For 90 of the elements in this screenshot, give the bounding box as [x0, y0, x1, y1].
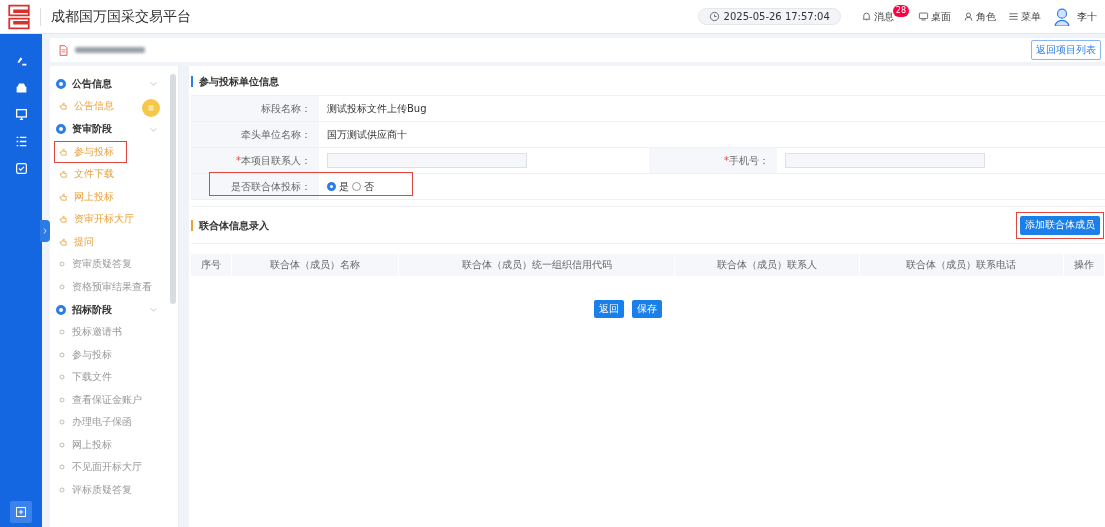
step-item[interactable]: 资审开标大厅 [54, 208, 140, 231]
circle-icon [58, 485, 66, 494]
input-field[interactable] [327, 153, 527, 168]
step-item[interactable]: 查看保证金账户 [54, 388, 148, 411]
input-field[interactable] [785, 153, 985, 168]
step-item[interactable]: 参与投标 [54, 343, 118, 366]
action-button[interactable]: 保存 [632, 300, 662, 318]
checklist-icon[interactable] [14, 162, 28, 175]
monitor-icon [918, 11, 929, 22]
radio-option[interactable]: 是 [327, 179, 349, 194]
step-title[interactable]: 招标阶段 [72, 302, 143, 317]
circle-icon [58, 463, 66, 472]
avatar-icon [1053, 7, 1071, 26]
circle-icon [58, 328, 66, 337]
step-item[interactable]: 网上投标 [54, 185, 120, 208]
circle-icon [58, 440, 66, 449]
required-mark: * [724, 155, 729, 166]
step-item[interactable]: 文件下载 [54, 163, 120, 186]
step-dot [56, 124, 66, 134]
step-dot [56, 78, 66, 89]
header-nav-button[interactable]: 桌面 [918, 9, 951, 24]
field-value: 国万测试供应商十 [327, 127, 407, 142]
count-badge: 28 [892, 4, 909, 17]
clock-icon [708, 11, 720, 22]
step-item[interactable]: 办理电子保函 [54, 411, 138, 434]
header-nav-button[interactable]: 菜单 [1008, 9, 1041, 24]
field-label: 牵头单位名称： [191, 122, 319, 147]
column-header: 序号 [191, 254, 232, 276]
circle-icon [58, 395, 66, 404]
person-icon [963, 11, 974, 22]
step-item[interactable]: 评标质疑答复 [54, 478, 138, 501]
field-label: 手机号： [729, 153, 769, 168]
monitor-icon[interactable] [14, 108, 28, 121]
list-icon[interactable] [14, 135, 28, 148]
datetime-display: 2025-05-26 17:57:04 [697, 8, 841, 25]
step-item[interactable]: 不见面开标大厅 [54, 456, 148, 479]
hand-pointer-icon [58, 146, 68, 157]
step-item[interactable]: 投标邀请书 [54, 321, 128, 344]
section-title: 参与投标单位信息 [191, 76, 279, 87]
circle-icon [58, 282, 66, 291]
hand-pointer-icon [58, 214, 68, 225]
step-item[interactable]: 资格预审结果查看 [54, 275, 158, 298]
step-item[interactable]: 下载文件 [54, 366, 118, 389]
plus-icon [15, 506, 27, 518]
chevron-right-icon [41, 227, 49, 235]
app-title: 成都国万国采交易平台 [40, 7, 191, 26]
field-label: 本项目联系人： [241, 153, 311, 168]
add-member-button[interactable]: 添加联合体成员 [1020, 216, 1100, 235]
step-title[interactable]: 公告信息 [72, 76, 143, 91]
blurred-text [75, 47, 145, 53]
logo-icon [6, 3, 32, 30]
column-header: 联合体（成员）联系人 [674, 254, 860, 276]
circle-icon [58, 350, 66, 359]
radio-button[interactable] [327, 182, 336, 191]
step-item[interactable]: 网上投标 [54, 433, 118, 456]
step-item[interactable]: 提问 [54, 230, 100, 253]
header-nav-button[interactable]: 消息 [860, 9, 894, 24]
section-title: 联合体信息录入 [191, 220, 269, 231]
step-title[interactable]: 资审阶段 [72, 122, 143, 136]
hand-pointer-icon [58, 101, 68, 112]
required-mark: * [236, 155, 241, 166]
column-header: 联合体（成员）联系电话 [859, 254, 1064, 276]
circle-icon [58, 418, 66, 427]
header-nav-button[interactable]: 角色 [963, 9, 996, 24]
scrollbar[interactable] [170, 74, 176, 304]
document-icon [58, 44, 69, 56]
field-label: 标段名称： [191, 96, 319, 121]
step-item[interactable]: 参与投标 [54, 140, 127, 163]
add-button[interactable] [10, 501, 32, 523]
column-header: 操作 [1063, 254, 1105, 276]
column-header: 联合体（成员）统一组织信用代码 [398, 254, 675, 276]
field-value: 测试投标文件上传Bug [327, 101, 427, 116]
user-name[interactable]: 李十 [1077, 9, 1097, 24]
hand-pointer-icon [58, 236, 68, 247]
step-dot [56, 304, 66, 315]
circle-icon [58, 373, 66, 382]
field-label: 是否联合体投标： [191, 174, 319, 199]
action-button[interactable]: 返回 [594, 300, 624, 318]
expand-handle[interactable] [40, 220, 50, 242]
bell-icon [860, 11, 872, 22]
list-icon [146, 103, 156, 113]
circle-icon [58, 260, 66, 269]
column-header: 联合体（成员）名称 [231, 254, 399, 276]
hand-pointer-icon [58, 191, 68, 202]
hand-pointer-icon [58, 169, 68, 180]
radio-option[interactable]: 否 [352, 179, 374, 194]
step-item[interactable]: 资审质疑答复 [54, 253, 138, 276]
step-item[interactable]: 公告信息 [54, 95, 120, 118]
menu-icon [1008, 11, 1019, 22]
back-to-list-button[interactable]: 返回项目列表 [1031, 40, 1101, 60]
